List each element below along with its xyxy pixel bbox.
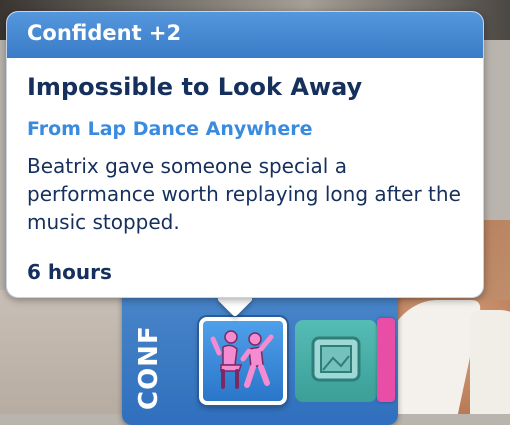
character-garment-right xyxy=(470,310,510,414)
moodlet-panel-label: CONF xyxy=(134,325,164,410)
tooltip-header: Confident +2 xyxy=(7,12,483,58)
tooltip-title: Impossible to Look Away xyxy=(27,73,363,101)
tooltip-description: Beatrix gave someone special a performan… xyxy=(27,154,461,234)
moodlet-tooltip: Confident +2 Impossible to Look Away Fro… xyxy=(6,11,484,298)
tooltip-source: From Lap Dance Anywhere xyxy=(27,118,313,140)
moodlet-impossible-to-look-away[interactable] xyxy=(199,317,287,405)
tooltip-duration: 6 hours xyxy=(27,260,112,284)
moodlet-secondary[interactable] xyxy=(295,320,377,402)
picture-frame-icon xyxy=(307,330,365,392)
dancing-couple-icon xyxy=(209,325,277,397)
mood-level-bar xyxy=(377,318,395,402)
